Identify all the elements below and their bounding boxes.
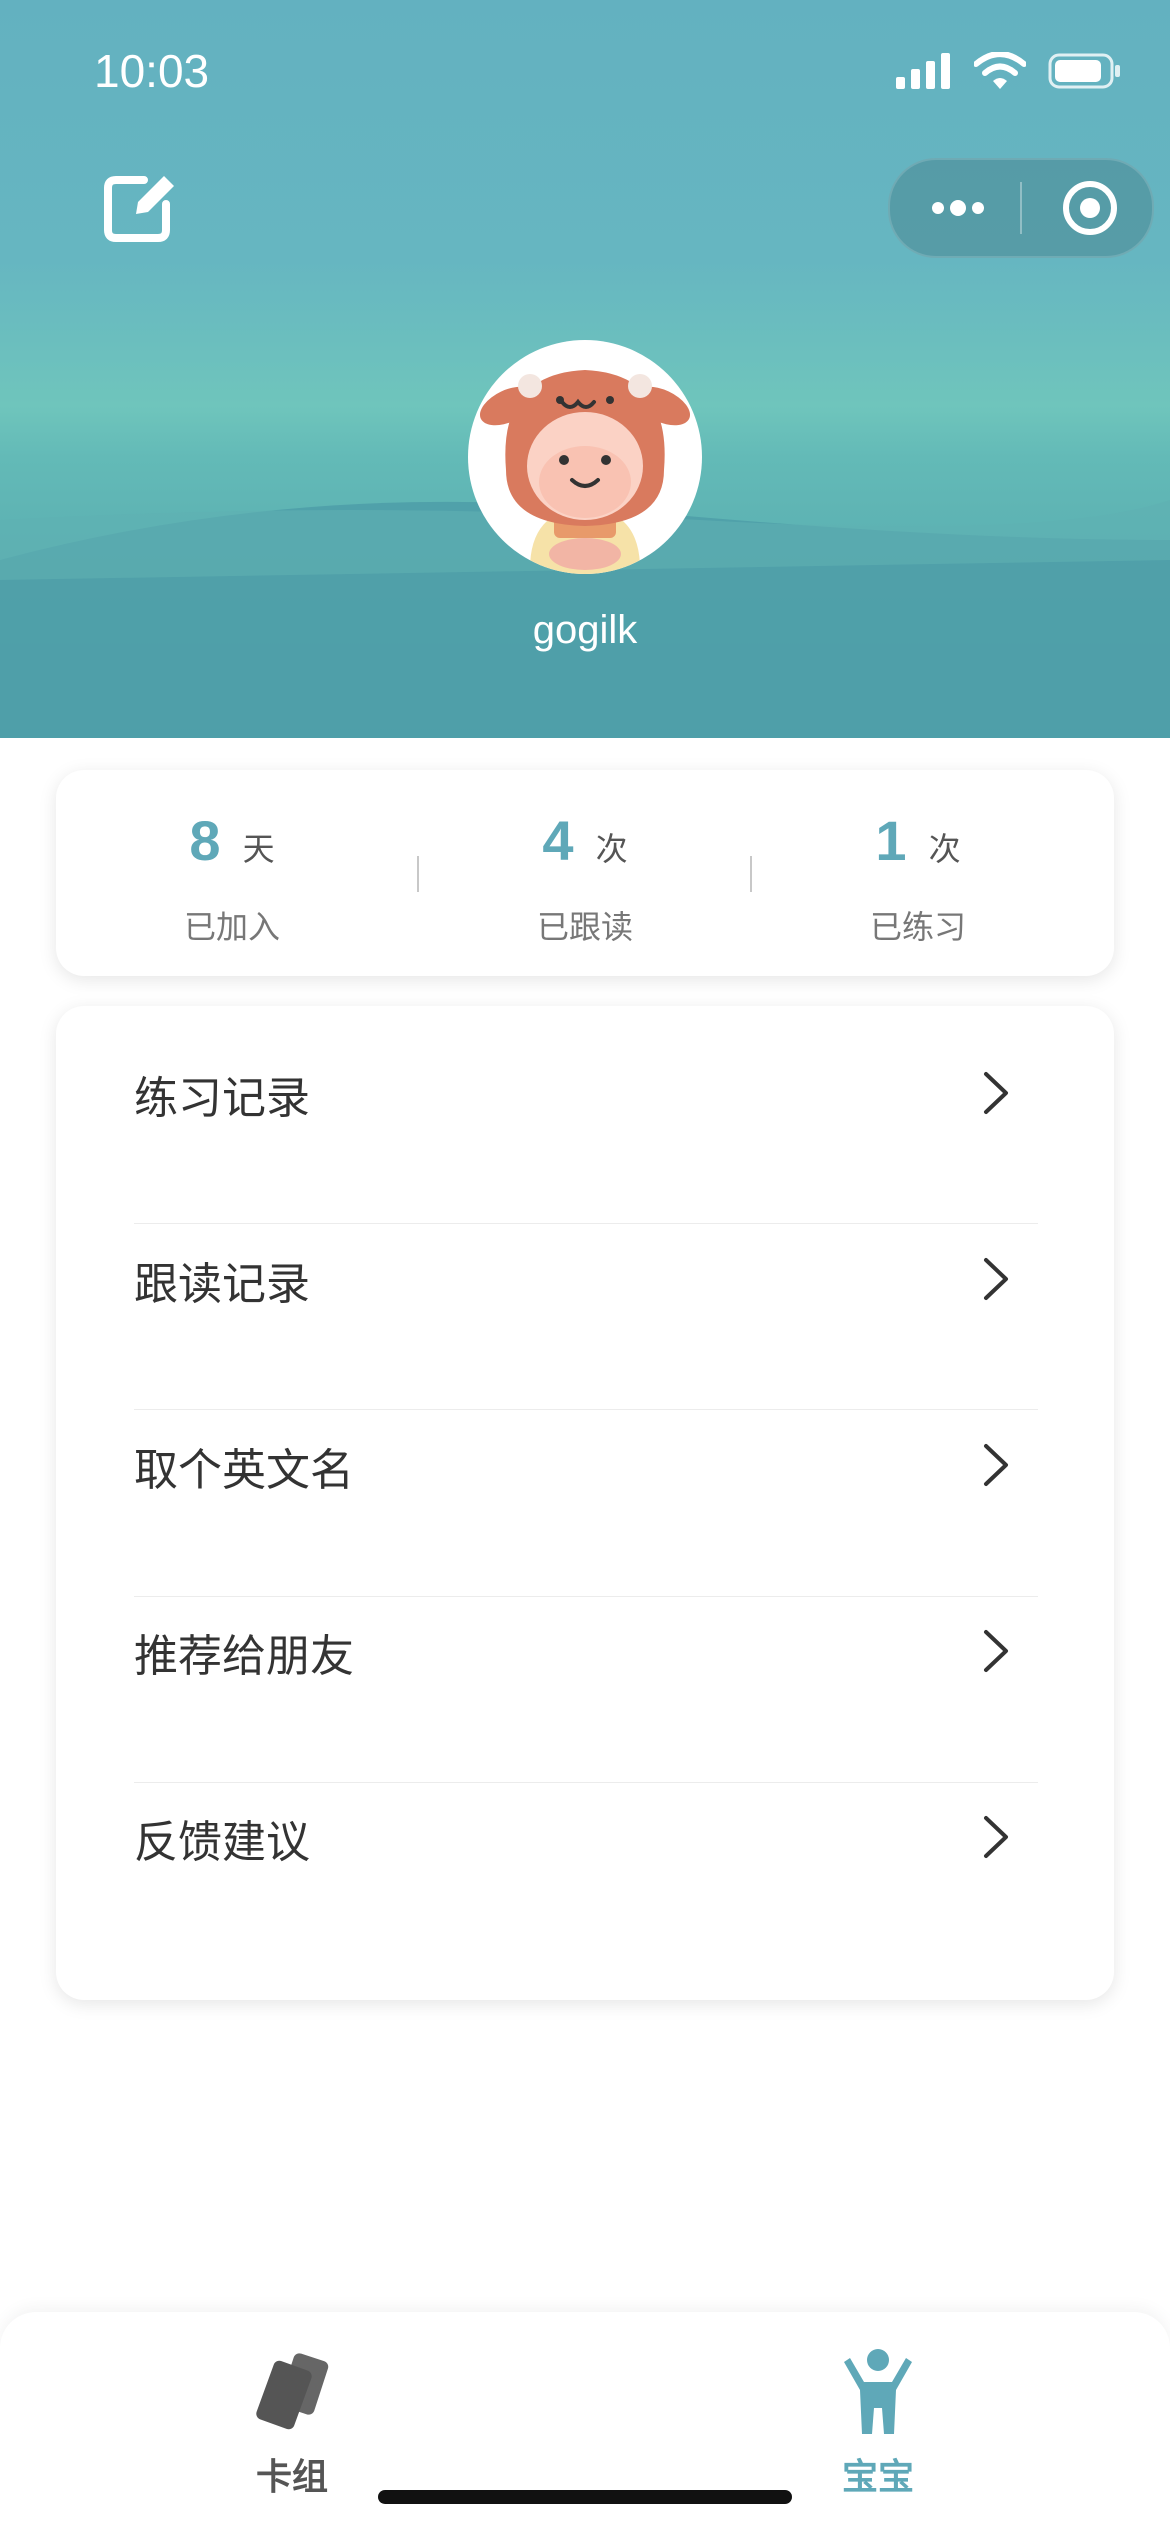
username: gogilk: [532, 608, 638, 652]
stat-days-joined: 8天 已加入: [56, 770, 408, 976]
menu-item-label: 反馈建议: [134, 1817, 310, 1868]
chevron-right-icon: [984, 1444, 1008, 1486]
home-indicator: [378, 2490, 792, 2504]
status-icons: [896, 52, 1122, 90]
menu-item-english-name[interactable]: 取个英文名: [134, 1378, 1092, 1564]
tab-label: 卡组: [255, 2457, 328, 2498]
stat-follow-read: 4次 已跟读: [409, 770, 761, 976]
stat-label: 已跟读: [536, 908, 633, 946]
menu-item-label: 练习记录: [134, 1073, 310, 1124]
capsule-divider: [1020, 182, 1022, 234]
avatar[interactable]: [468, 340, 702, 574]
chevron-right-icon: [984, 1816, 1008, 1858]
menu-item-recommend[interactable]: 推荐给朋友: [134, 1564, 1092, 1750]
stat-label: 已练习: [869, 908, 966, 946]
tab-baby[interactable]: 宝宝: [758, 2348, 998, 2498]
stat-unit: 次: [595, 830, 628, 868]
menu-item-label: 取个英文名: [134, 1445, 354, 1496]
wifi-icon: [974, 52, 1026, 89]
menu-card: 练习记录 跟读记录 取个英文名 推荐给朋友 反馈建议: [56, 1006, 1114, 2000]
stats-card: 8天 已加入 4次 已跟读 1次 已练习: [56, 770, 1114, 976]
menu-item-follow-read-record[interactable]: 跟读记录: [134, 1192, 1092, 1378]
tab-cards[interactable]: 卡组: [172, 2348, 412, 2498]
signal-icon: [896, 53, 950, 89]
chevron-right-icon: [984, 1630, 1008, 1672]
more-options-icon[interactable]: [928, 190, 988, 226]
tab-label: 宝宝: [841, 2457, 914, 2498]
stat-value: 8: [189, 809, 221, 872]
edit-icon[interactable]: [100, 168, 180, 248]
stat-value: 4: [542, 809, 574, 872]
battery-icon: [1048, 53, 1120, 89]
close-program-icon[interactable]: [1060, 178, 1120, 238]
stat-unit: 天: [242, 830, 275, 868]
mini-program-capsule: [888, 158, 1154, 258]
status-time: 10:03: [94, 45, 210, 97]
stat-label: 已加入: [183, 908, 280, 946]
menu-item-label: 推荐给朋友: [134, 1631, 354, 1682]
menu-item-feedback[interactable]: 反馈建议: [134, 1750, 1092, 1936]
stat-practiced: 1次 已练习: [742, 770, 1094, 976]
menu-item-practice-record[interactable]: 练习记录: [134, 1006, 1092, 1192]
calf-avatar-icon: [479, 370, 691, 574]
chevron-right-icon: [984, 1258, 1008, 1300]
profile-header: 10:03 gogilk: [0, 0, 1170, 738]
chevron-right-icon: [984, 1072, 1008, 1114]
stat-unit: 次: [928, 830, 961, 868]
menu-item-label: 跟读记录: [134, 1259, 310, 1310]
stat-value: 1: [875, 809, 907, 872]
cards-icon: [256, 2353, 329, 2430]
child-icon: [844, 2349, 912, 2434]
